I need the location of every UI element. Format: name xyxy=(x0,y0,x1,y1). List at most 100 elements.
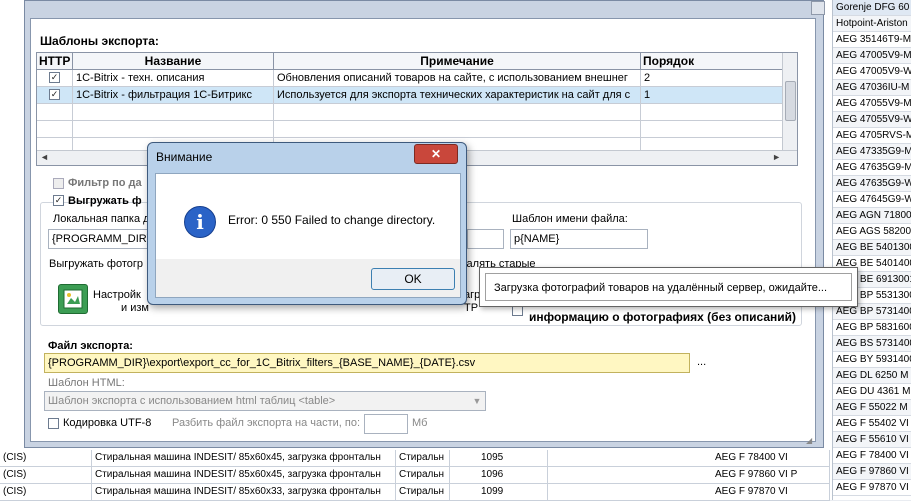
photo-info-label: информацию о фотографиях (без описаний) xyxy=(529,310,796,324)
progress-popup: Загрузка фотографий товаров на удалённый… xyxy=(479,267,858,307)
column-note[interactable]: Примечание xyxy=(274,53,641,69)
chevron-down-icon[interactable]: ▼ xyxy=(469,392,485,410)
background-cell: AEG BY 5931400 xyxy=(833,352,911,368)
background-cell: Стиральная машина INDESIT/ 85x60x45, заг… xyxy=(92,450,396,466)
alert-body: i Error: 0 550 Failed to change director… xyxy=(155,173,461,261)
http-checkbox[interactable]: ✓ xyxy=(49,72,60,83)
column-order[interactable]: Порядок xyxy=(641,53,785,69)
background-cell: AEG 35146T9-M xyxy=(833,32,911,48)
grid-vertical-scrollbar[interactable] xyxy=(782,53,797,151)
file-template-label: Шаблон имени файла: xyxy=(512,213,628,225)
background-cell: 1095 xyxy=(478,450,548,466)
background-cell: Gorenje DFG 60 xyxy=(833,0,911,16)
split-label: Разбить файл экспорта на части, по: xyxy=(172,417,361,429)
alert-dialog: Внимание ✕ i Error: 0 550 Failed to chan… xyxy=(147,142,467,305)
split-unit-label: Мб xyxy=(412,417,428,429)
background-cell: AEG F 78400 VI xyxy=(833,448,911,464)
utf8-label: Кодировка UTF-8 xyxy=(63,417,152,429)
row-order: 1 xyxy=(641,87,785,103)
background-cell: Стиральная машина INDESIT/ 85x60x45, заг… xyxy=(92,467,396,483)
file-template-input[interactable]: p{NAME} xyxy=(510,229,648,249)
row-note: Обновления описаний товаров на сайте, с … xyxy=(274,70,641,86)
background-cell: AEG F 97860 VI xyxy=(833,464,911,480)
alert-title: Внимание xyxy=(156,150,213,164)
upload-checkbox[interactable]: ✓ xyxy=(53,195,64,206)
upload-photos-label: Выгружать фотогр xyxy=(49,258,144,270)
background-cell: Стиральн xyxy=(396,450,450,466)
column-http[interactable]: HTTP xyxy=(37,53,73,69)
background-cell: AEG 47036IU-M xyxy=(833,80,911,96)
background-cell: AEG F 97860 VI P xyxy=(712,467,830,483)
table-row-empty xyxy=(37,121,785,138)
utf8-checkbox[interactable] xyxy=(48,418,59,429)
table-row-empty xyxy=(37,104,785,121)
background-bottom-rows: (CIS) Стиральная машина INDESIT/ 85x60x45… xyxy=(0,450,830,501)
progress-text: Загрузка фотографий товаров на удалённый… xyxy=(485,273,852,301)
row-name: 1C-Bitrix - техн. описания xyxy=(73,70,274,86)
row-note: Используется для экспорта технических ха… xyxy=(274,87,641,103)
background-cell: AEG 47335G9-M xyxy=(833,144,911,160)
grid-header: HTTP Название Примечание Порядок xyxy=(37,53,785,70)
background-cell: AEG 47005V9-M xyxy=(833,48,911,64)
background-cell: Стиральная машина INDESIT/ 85x60x33, заг… xyxy=(92,484,396,500)
html-template-select[interactable]: Шаблон экспорта с использованием html та… xyxy=(44,391,486,411)
settings-label[interactable]: Настройк xyxy=(93,289,141,301)
split-size-input[interactable] xyxy=(364,414,408,434)
settings-label-2[interactable]: и изм xyxy=(121,302,149,314)
row-order: 2 xyxy=(641,70,785,86)
background-right-column: Gorenje DFG 60 Hotpoint-Ariston AEG 35146T… xyxy=(832,0,911,500)
background-row: (CIS) Стиральная машина INDESIT/ 85x60x45… xyxy=(0,467,830,484)
background-cell: AEG F 78400 VI xyxy=(712,450,830,466)
background-cell: AEG F 55402 VI xyxy=(833,416,911,432)
settings-icon[interactable] xyxy=(58,284,88,314)
row-name: 1C-Bitrix - фильтрация 1C-Битрикс xyxy=(73,87,274,103)
background-cell: 1096 xyxy=(478,467,548,483)
export-file-input[interactable]: {PROGRAMM_DIR}\export\export_cc_for_1C_B… xyxy=(44,353,690,373)
info-icon: i xyxy=(184,206,216,238)
background-cell: AEG 47055V9-W xyxy=(833,112,911,128)
background-cell: AEG BS 5731400 xyxy=(833,336,911,352)
background-cell: AEG AGS 58200 xyxy=(833,224,911,240)
background-cell: AEG 4705RVS-M xyxy=(833,128,911,144)
resize-grip-icon[interactable]: ◢ xyxy=(806,436,814,445)
local-folder-input[interactable]: {PROGRAMM_DIR}\ xyxy=(48,229,148,249)
scroll-right-icon[interactable]: ► xyxy=(772,152,781,162)
background-cell: AEG 47635G9-W xyxy=(833,176,911,192)
templates-title: Шаблоны экспорта: xyxy=(40,34,159,48)
alert-close-button[interactable]: ✕ xyxy=(414,144,458,164)
filter-label: Фильтр по да xyxy=(68,177,142,189)
alert-message: Error: 0 550 Failed to change directory. xyxy=(228,213,436,227)
scroll-left-icon[interactable]: ◄ xyxy=(40,152,49,162)
background-cell: AEG F 97870 VI xyxy=(712,484,830,500)
background-cell: Стиральн xyxy=(396,484,450,500)
upload-label: Выгружать ф xyxy=(68,195,142,207)
background-cell: Стиральн xyxy=(396,467,450,483)
column-name[interactable]: Название xyxy=(73,53,274,69)
http-checkbox[interactable]: ✓ xyxy=(49,89,60,100)
background-cell: AEG 47635G9-M xyxy=(833,160,911,176)
background-cell: Hotpoint-Ariston xyxy=(833,16,911,32)
background-cell: (CIS) xyxy=(0,450,92,466)
alert-footer: OK xyxy=(155,259,461,298)
browse-button[interactable]: ... xyxy=(697,356,706,368)
background-row: (CIS) Стиральная машина INDESIT/ 85x60x45… xyxy=(0,450,830,467)
background-cell: AEG F 55610 VI xyxy=(833,432,911,448)
remote-folder-input[interactable] xyxy=(467,229,504,249)
background-cell: AEG AGN 71800 xyxy=(833,208,911,224)
ftp-label-2: TP xyxy=(464,302,479,314)
table-row[interactable]: ✓ 1C-Bitrix - техн. описания Обновления … xyxy=(37,70,785,87)
background-cell: AEG F 55022 M xyxy=(833,400,911,416)
background-cell: AEG 47645G9-W xyxy=(833,192,911,208)
ok-button[interactable]: OK xyxy=(371,268,455,290)
background-cell: AEG BE 5401300 xyxy=(833,240,911,256)
background-cell: AEG 47005V9-W xyxy=(833,64,911,80)
filter-checkbox[interactable] xyxy=(53,178,64,189)
window-scroll-up[interactable] xyxy=(811,1,825,15)
table-row-selected[interactable]: ✓ 1C-Bitrix - фильтрация 1C-Битрикс Испо… xyxy=(37,87,785,104)
background-cell: (CIS) xyxy=(0,484,92,500)
background-cell: (CIS) xyxy=(0,467,92,483)
background-cell: AEG DL 6250 M xyxy=(833,368,911,384)
background-cell: AEG BP 5831600 xyxy=(833,320,911,336)
background-cell: AEG 47055V9-M xyxy=(833,96,911,112)
background-cell: 1099 xyxy=(478,484,548,500)
